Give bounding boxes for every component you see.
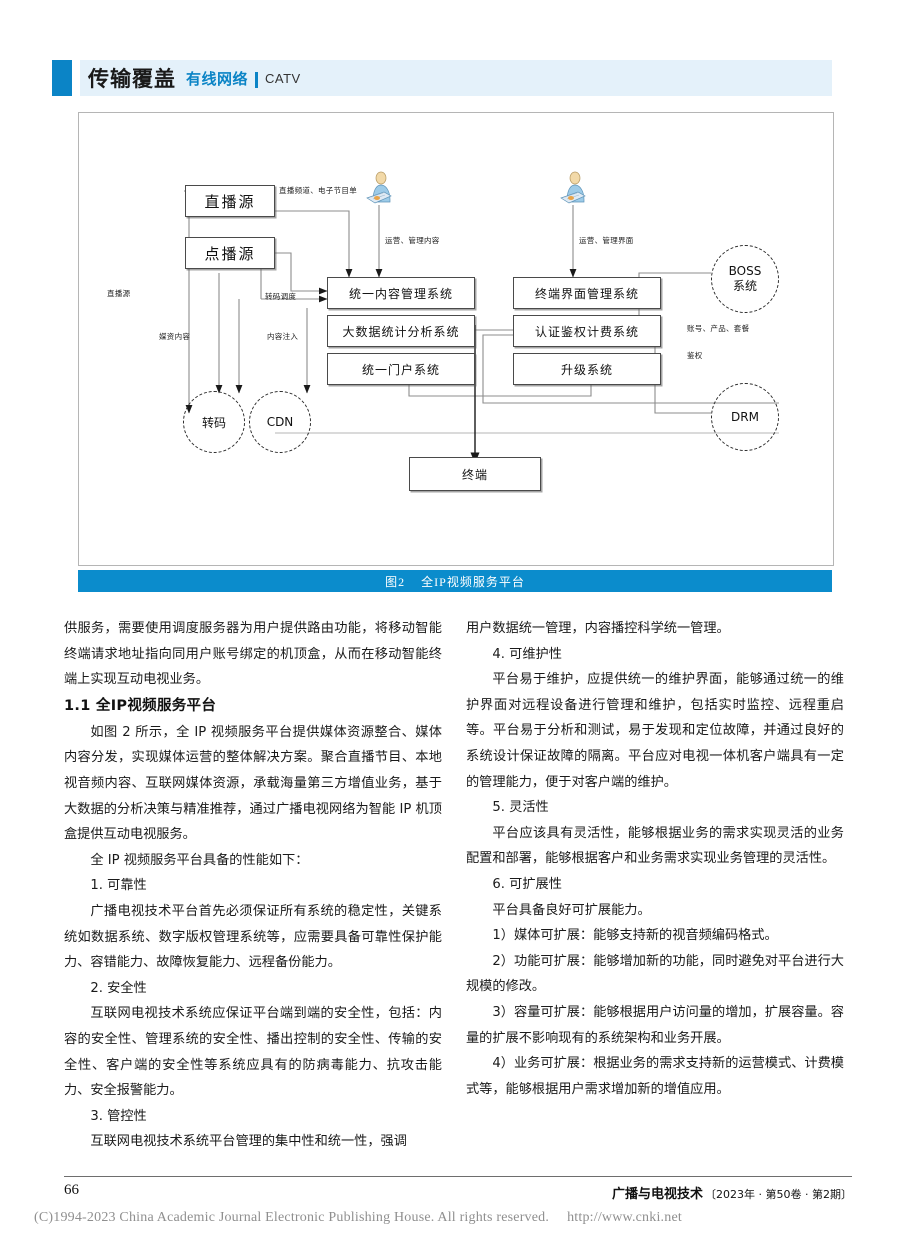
para-left-1: 如图 2 所示，全 IP 视频服务平台提供媒体资源整合、媒体内容分发，实现媒体运… [64,724,442,843]
circle-drm: DRM [711,383,779,451]
para-right-flexibility-body: 平台应该具有灵活性，能够根据业务的需求实现灵活的业务配置和部署，能够根据客户和业… [466,825,844,867]
running-head: 传输覆盖 有线网络 CATV [52,60,832,96]
body-column-left: 供服务，需要使用调度服务器为用户提供路由功能，将移动智能终端请求地址指向同用户账… [64,616,442,1155]
edge-label-authz: 鉴权 [687,351,703,360]
edge-label-ops-ui: 运营、管理界面 [579,236,634,245]
figure-caption-number: 图2 [385,574,406,589]
journal-name: 广播与电视技术 [612,1187,704,1202]
circle-transcode: 转码 [183,391,245,453]
footer-rule [64,1176,852,1177]
running-head-content: 传输覆盖 有线网络 CATV [80,60,301,96]
list-item-flexibility-title: 5. 灵活性 [492,800,549,816]
para-left-2: 全 IP 视频服务平台具备的性能如下： [90,852,309,868]
edge-label-epg: 直播频道、电子节目单 [279,186,357,195]
running-head-category: 有线网络 [186,70,249,88]
journal-issue: 〔2023年 · 第50卷 · 第2期〕 [705,1188,852,1201]
node-auth-billing: 认证鉴权计费系统 [513,315,661,347]
list-item-scalability-1: 1）媒体可扩展：能够支持新的视音频编码格式。 [492,928,778,944]
figure-caption-title: 全IP视频服务平台 [421,574,525,589]
cnki-watermark: (C)1994-2023 China Academic Journal Elec… [34,1210,682,1226]
circle-boss-line2: 系统 [732,279,757,293]
running-head-divider [255,72,259,88]
list-item-maintainability-title: 4. 可维护性 [492,646,562,662]
para-left-security-body: 互联网电视技术系统应保证平台端到端的安全性，包括：内容的安全性、管理系统的安全性… [64,1006,442,1099]
section-heading-1-1: 1.1 全IP视频服务平台 [64,697,217,714]
page-number: 66 [64,1182,79,1198]
edge-label-media-asset: 媒资内容 [159,332,191,341]
list-item-scalability-3: 3）容量可扩展：能够根据用户访问量的增加，扩展容量。容量的扩展不影响现有的系统架… [466,1004,844,1046]
node-terminal: 终端 [409,457,541,491]
edge-label-account: 账号、产品、套餐 [687,324,750,333]
edge-label-ops-content: 运营、管理内容 [385,236,440,245]
figure-caption: 图2 全IP视频服务平台 [78,570,832,592]
cnki-url: http://www.cnki.net [567,1210,682,1225]
journal-page: 传输覆盖 有线网络 CATV 直播源 点播源 统一内容管理系统 大数据统计分析系… [0,0,920,1240]
para-right-1: 用户数据统一管理，内容播控科学统一管理。 [466,621,730,636]
node-live-source: 直播源 [185,185,275,217]
node-terminal-ui-mgmt: 终端界面管理系统 [513,277,661,309]
para-right-scalability-body: 平台具备良好可扩展能力。 [492,902,651,918]
circle-boss-line1: BOSS [728,264,762,278]
list-item-scalability-4: 4）业务可扩展：根据业务的需求支持新的运营模式、计费模式等，能够根据用户需求增加… [466,1056,844,1097]
running-head-section: 传输覆盖 [88,68,176,91]
edge-label-live-source-side: 直播源 [107,289,131,298]
list-item-scalability-2: 2）功能可扩展：能够增加新的功能，同时避免对平台进行大规模的修改。 [466,953,844,995]
para-left-reliability-body: 广播电视技术平台首先必须保证所有系统的稳定性，关键系统如数据系统、数字版权管理系… [64,903,442,971]
list-item-scalability-title: 6. 可扩展性 [492,876,562,892]
para-continued: 供服务，需要使用调度服务器为用户提供路由功能，将移动智能终端请求地址指向同用户账… [64,621,442,688]
actor-operator-ui [559,171,589,205]
body-column-right: 用户数据统一管理，内容播控科学统一管理。 4. 可维护性 平台易于维护，应提供统… [466,616,844,1102]
node-bigdata: 大数据统计分析系统 [327,315,475,347]
actor-operator-content [365,171,395,205]
edge-label-transcode-sched: 转码调度 [265,292,297,301]
node-content-mgmt: 统一内容管理系统 [327,277,475,309]
figure-frame: 直播源 点播源 统一内容管理系统 大数据统计分析系统 统一门户系统 终端界面管理… [78,112,834,566]
para-left-control-body: 互联网电视技术系统平台管理的集中性和统一性，强调 [90,1134,407,1150]
circle-cdn: CDN [249,391,311,453]
cnki-copyright: (C)1994-2023 China Academic Journal Elec… [34,1210,550,1225]
list-item-control-title: 3. 管控性 [90,1108,147,1124]
journal-info: 广播与电视技术 〔2023年 · 第50卷 · 第2期〕 [612,1183,852,1203]
node-vod-source: 点播源 [185,237,275,269]
running-head-accent-tab [52,60,72,96]
list-item-reliability-title: 1. 可靠性 [90,878,147,894]
edge-label-content-inject: 内容注入 [267,332,299,341]
running-head-category-en: CATV [265,70,301,86]
node-upgrade: 升级系统 [513,353,661,385]
list-item-security-title: 2. 安全性 [90,980,147,996]
para-right-maintainability-body: 平台易于维护，应提供统一的维护界面，能够通过统一的维护界面对远程设备进行管理和维… [466,672,844,790]
circle-boss: BOSS 系统 [711,245,779,313]
node-portal: 统一门户系统 [327,353,475,385]
